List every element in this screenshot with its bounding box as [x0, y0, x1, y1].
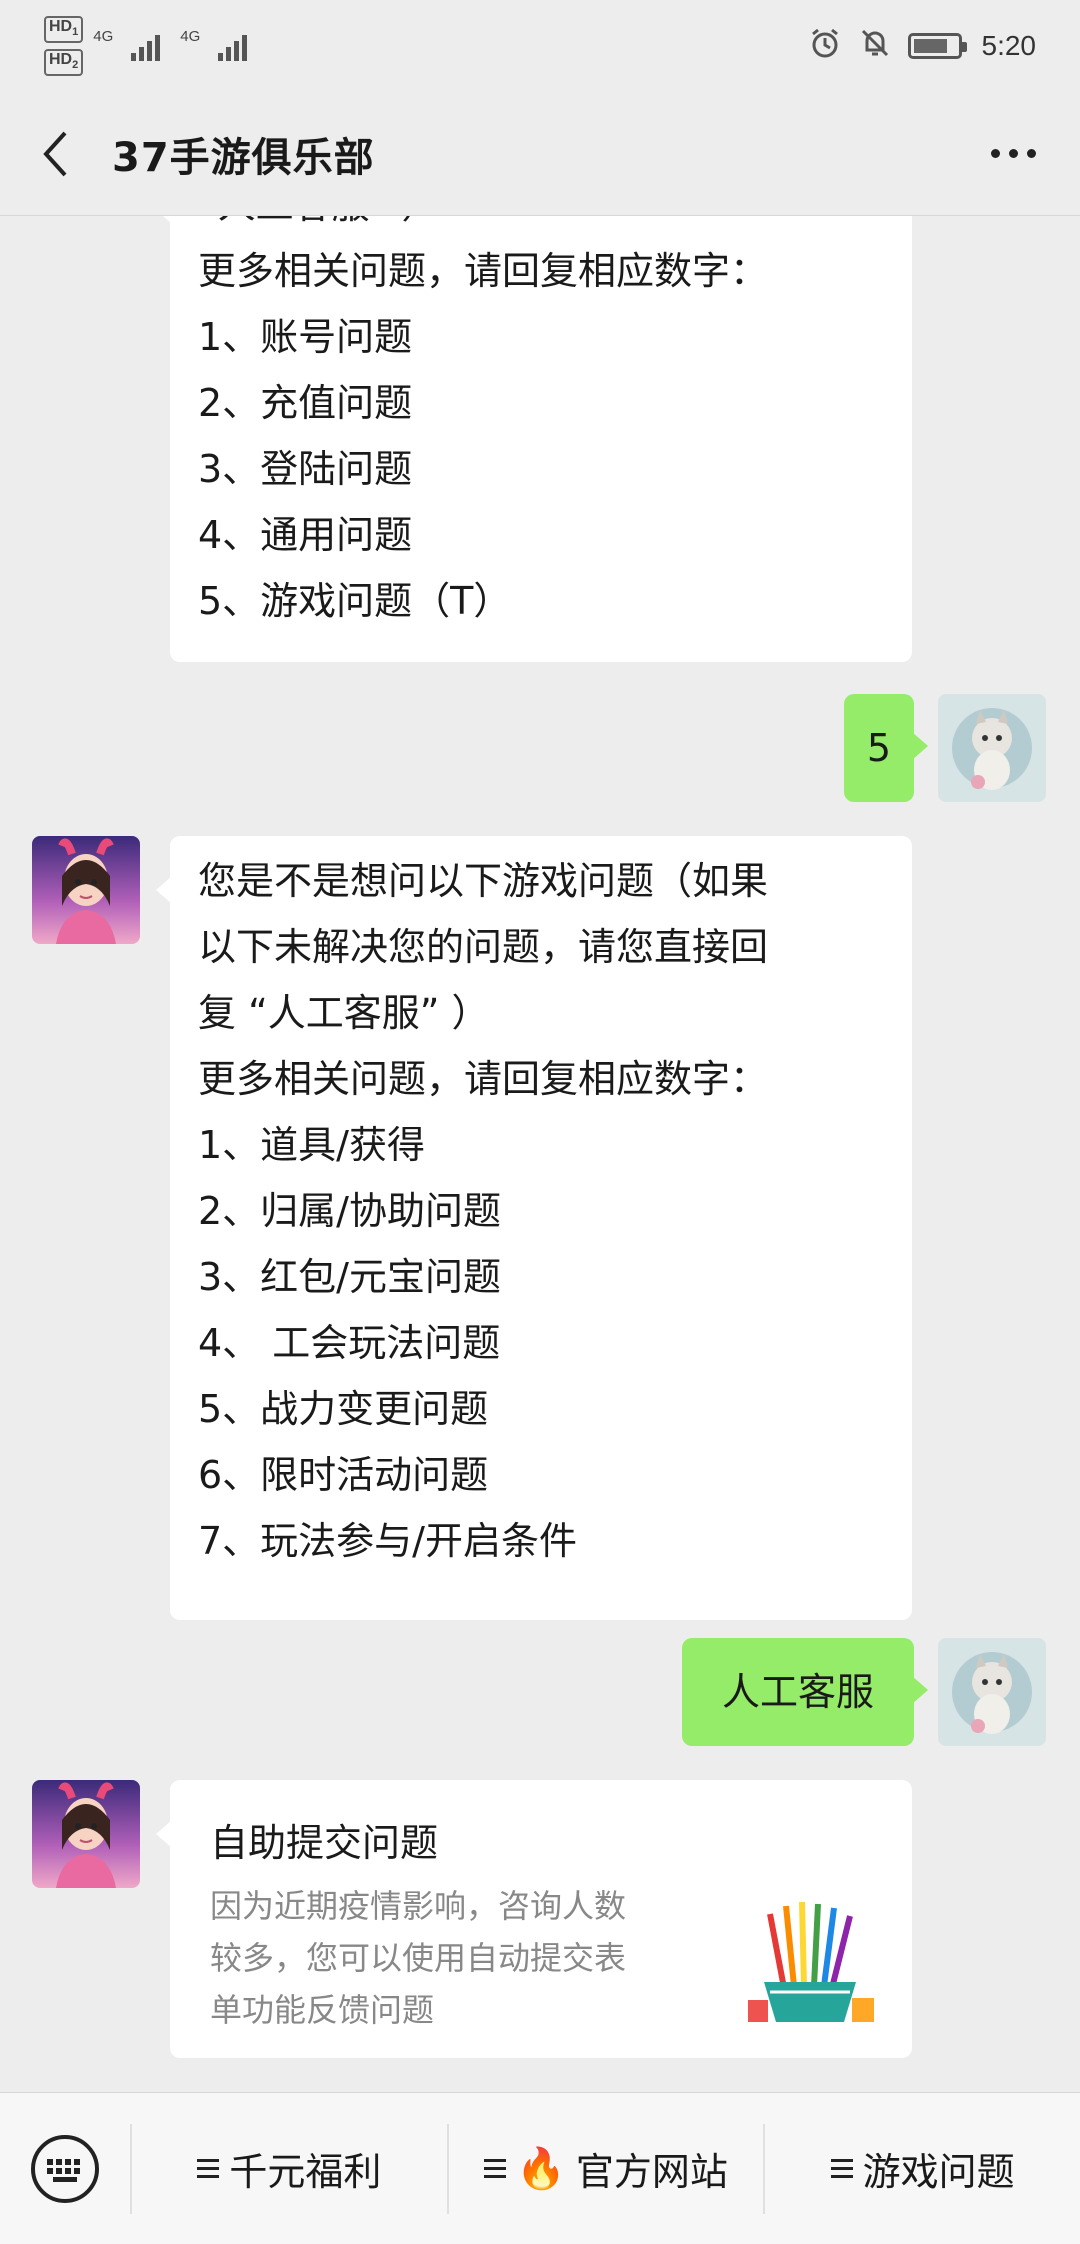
- card-desc-line: 因为近期疫情影响，咨询人数: [210, 1887, 627, 1925]
- message-text: 5: [866, 726, 892, 770]
- message-line: 6、限时活动问题: [198, 1453, 489, 1497]
- card-description: 因为近期疫情影响，咨询人数 较多，您可以使用自动提交表 单功能反馈问题: [210, 1880, 720, 2036]
- clock-time: 5:20: [981, 30, 1037, 61]
- keyboard-icon[interactable]: [0, 2133, 130, 2205]
- card-title: 自助提交问题: [210, 1821, 439, 1865]
- message-line: 3、红包/元宝问题: [198, 1255, 501, 1299]
- my-avatar[interactable]: [938, 694, 1046, 802]
- hd-badge-2: HD2: [44, 49, 84, 77]
- link-card[interactable]: 自助提交问题 因为近期疫情影响，咨询人数 较多，您可以使用自动提交表 单功能反馈…: [156, 1780, 912, 2058]
- message-line: 4、通用问题: [198, 513, 413, 557]
- hd1-sub: 1: [72, 26, 79, 38]
- card-desc-line: 单功能反馈问题: [210, 1991, 435, 2029]
- hd2-sub: 2: [72, 59, 79, 72]
- status-right: 5:20: [808, 26, 1037, 67]
- message-line: 5、战力变更问题: [198, 1387, 489, 1431]
- net-label-2: 4G: [180, 27, 201, 45]
- net-label-1: 4G: [93, 27, 114, 45]
- message-bubble-outgoing[interactable]: 人工客服: [682, 1638, 928, 1746]
- menu-item-official-site[interactable]: 🔥 官方网站: [446, 2123, 764, 2214]
- message-line: 复 “人工客服” ）: [198, 991, 490, 1035]
- status-left: HD1 HD2 4G 4G: [44, 15, 248, 77]
- bottom-menu-bar: 千元福利 🔥 官方网站 游戏问题: [0, 2092, 1080, 2244]
- message-line: 1、道具/获得: [198, 1123, 425, 1167]
- message-line: 1、账号问题: [198, 315, 413, 359]
- hd1-label: HD: [49, 17, 73, 35]
- chat-title: 37手游俱乐部: [112, 134, 375, 181]
- message-line: 更多相关问题，请回复相应数字：: [198, 249, 769, 293]
- chevron-left-icon[interactable]: [30, 124, 80, 184]
- signal-icon-1: [131, 31, 161, 61]
- message-line: 您是不是想问以下游戏问题（如果: [198, 859, 769, 903]
- message-line: 以下未解决您的问题，请您直接回: [198, 925, 769, 969]
- message-line: 4、 工会玩法问题: [198, 1321, 501, 1365]
- message-bubble-incoming[interactable]: 您是不是想问以下游戏问题（如果 以下未解决您的问题，请您直接回 复 “人工客服”…: [156, 836, 912, 1620]
- alarm-icon: [808, 26, 842, 67]
- message-line: 3、登陆问题: [198, 447, 413, 491]
- bot-avatar[interactable]: [32, 1780, 140, 1888]
- message-line: 7、玩法参与/开启条件: [198, 1519, 577, 1563]
- menu-lines-icon: [197, 2159, 220, 2178]
- card-desc-line: 较多，您可以使用自动提交表: [210, 1939, 627, 1977]
- message-text: 人工客服: [721, 1670, 874, 1714]
- menu-item-label: 千元福利: [229, 2150, 382, 2194]
- menu-item-label: 官方网站: [575, 2150, 728, 2194]
- menu-lines-icon: [830, 2159, 853, 2178]
- more-dots-icon[interactable]: [977, 139, 1050, 168]
- message-bubble-incoming[interactable]: “人工客服” ） 更多相关问题，请回复相应数字： 1、账号问题 2、充值问题 3…: [156, 216, 912, 662]
- signal-icon-2: [218, 31, 248, 61]
- bot-avatar[interactable]: [32, 836, 140, 944]
- message-line: 更多相关问题，请回复相应数字：: [198, 1057, 769, 1101]
- hd-indicators: HD1 HD2: [44, 15, 84, 77]
- mute-icon: [858, 26, 892, 67]
- chat-header: 37手游俱乐部: [0, 92, 1080, 216]
- message-bubble-outgoing[interactable]: 5: [844, 694, 928, 802]
- message-line: 5、游戏问题（T）: [198, 579, 512, 623]
- chat-area[interactable]: “人工客服” ） 更多相关问题，请回复相应数字： 1、账号问题 2、充值问题 3…: [0, 216, 1080, 2092]
- menu-item-label: 游戏问题: [862, 2150, 1015, 2194]
- card-thumbnail: [740, 1888, 880, 2028]
- status-bar: HD1 HD2 4G 4G 5:20: [0, 0, 1080, 92]
- message-line: 2、归属/协助问题: [198, 1189, 501, 1233]
- menu-lines-icon: [484, 2159, 507, 2178]
- my-avatar[interactable]: [938, 1638, 1046, 1746]
- menu-item-game-issues[interactable]: 游戏问题: [763, 2123, 1080, 2214]
- message-line: 2、充值问题: [198, 381, 413, 425]
- message-line: “人工客服” ）: [198, 216, 912, 238]
- menu-item-welfare[interactable]: 千元福利: [130, 2123, 447, 2214]
- fire-icon: 🔥: [516, 2146, 566, 2192]
- hd-badge-1: HD1: [44, 15, 84, 43]
- hd2-label: HD: [49, 51, 73, 68]
- battery-icon: [907, 33, 967, 59]
